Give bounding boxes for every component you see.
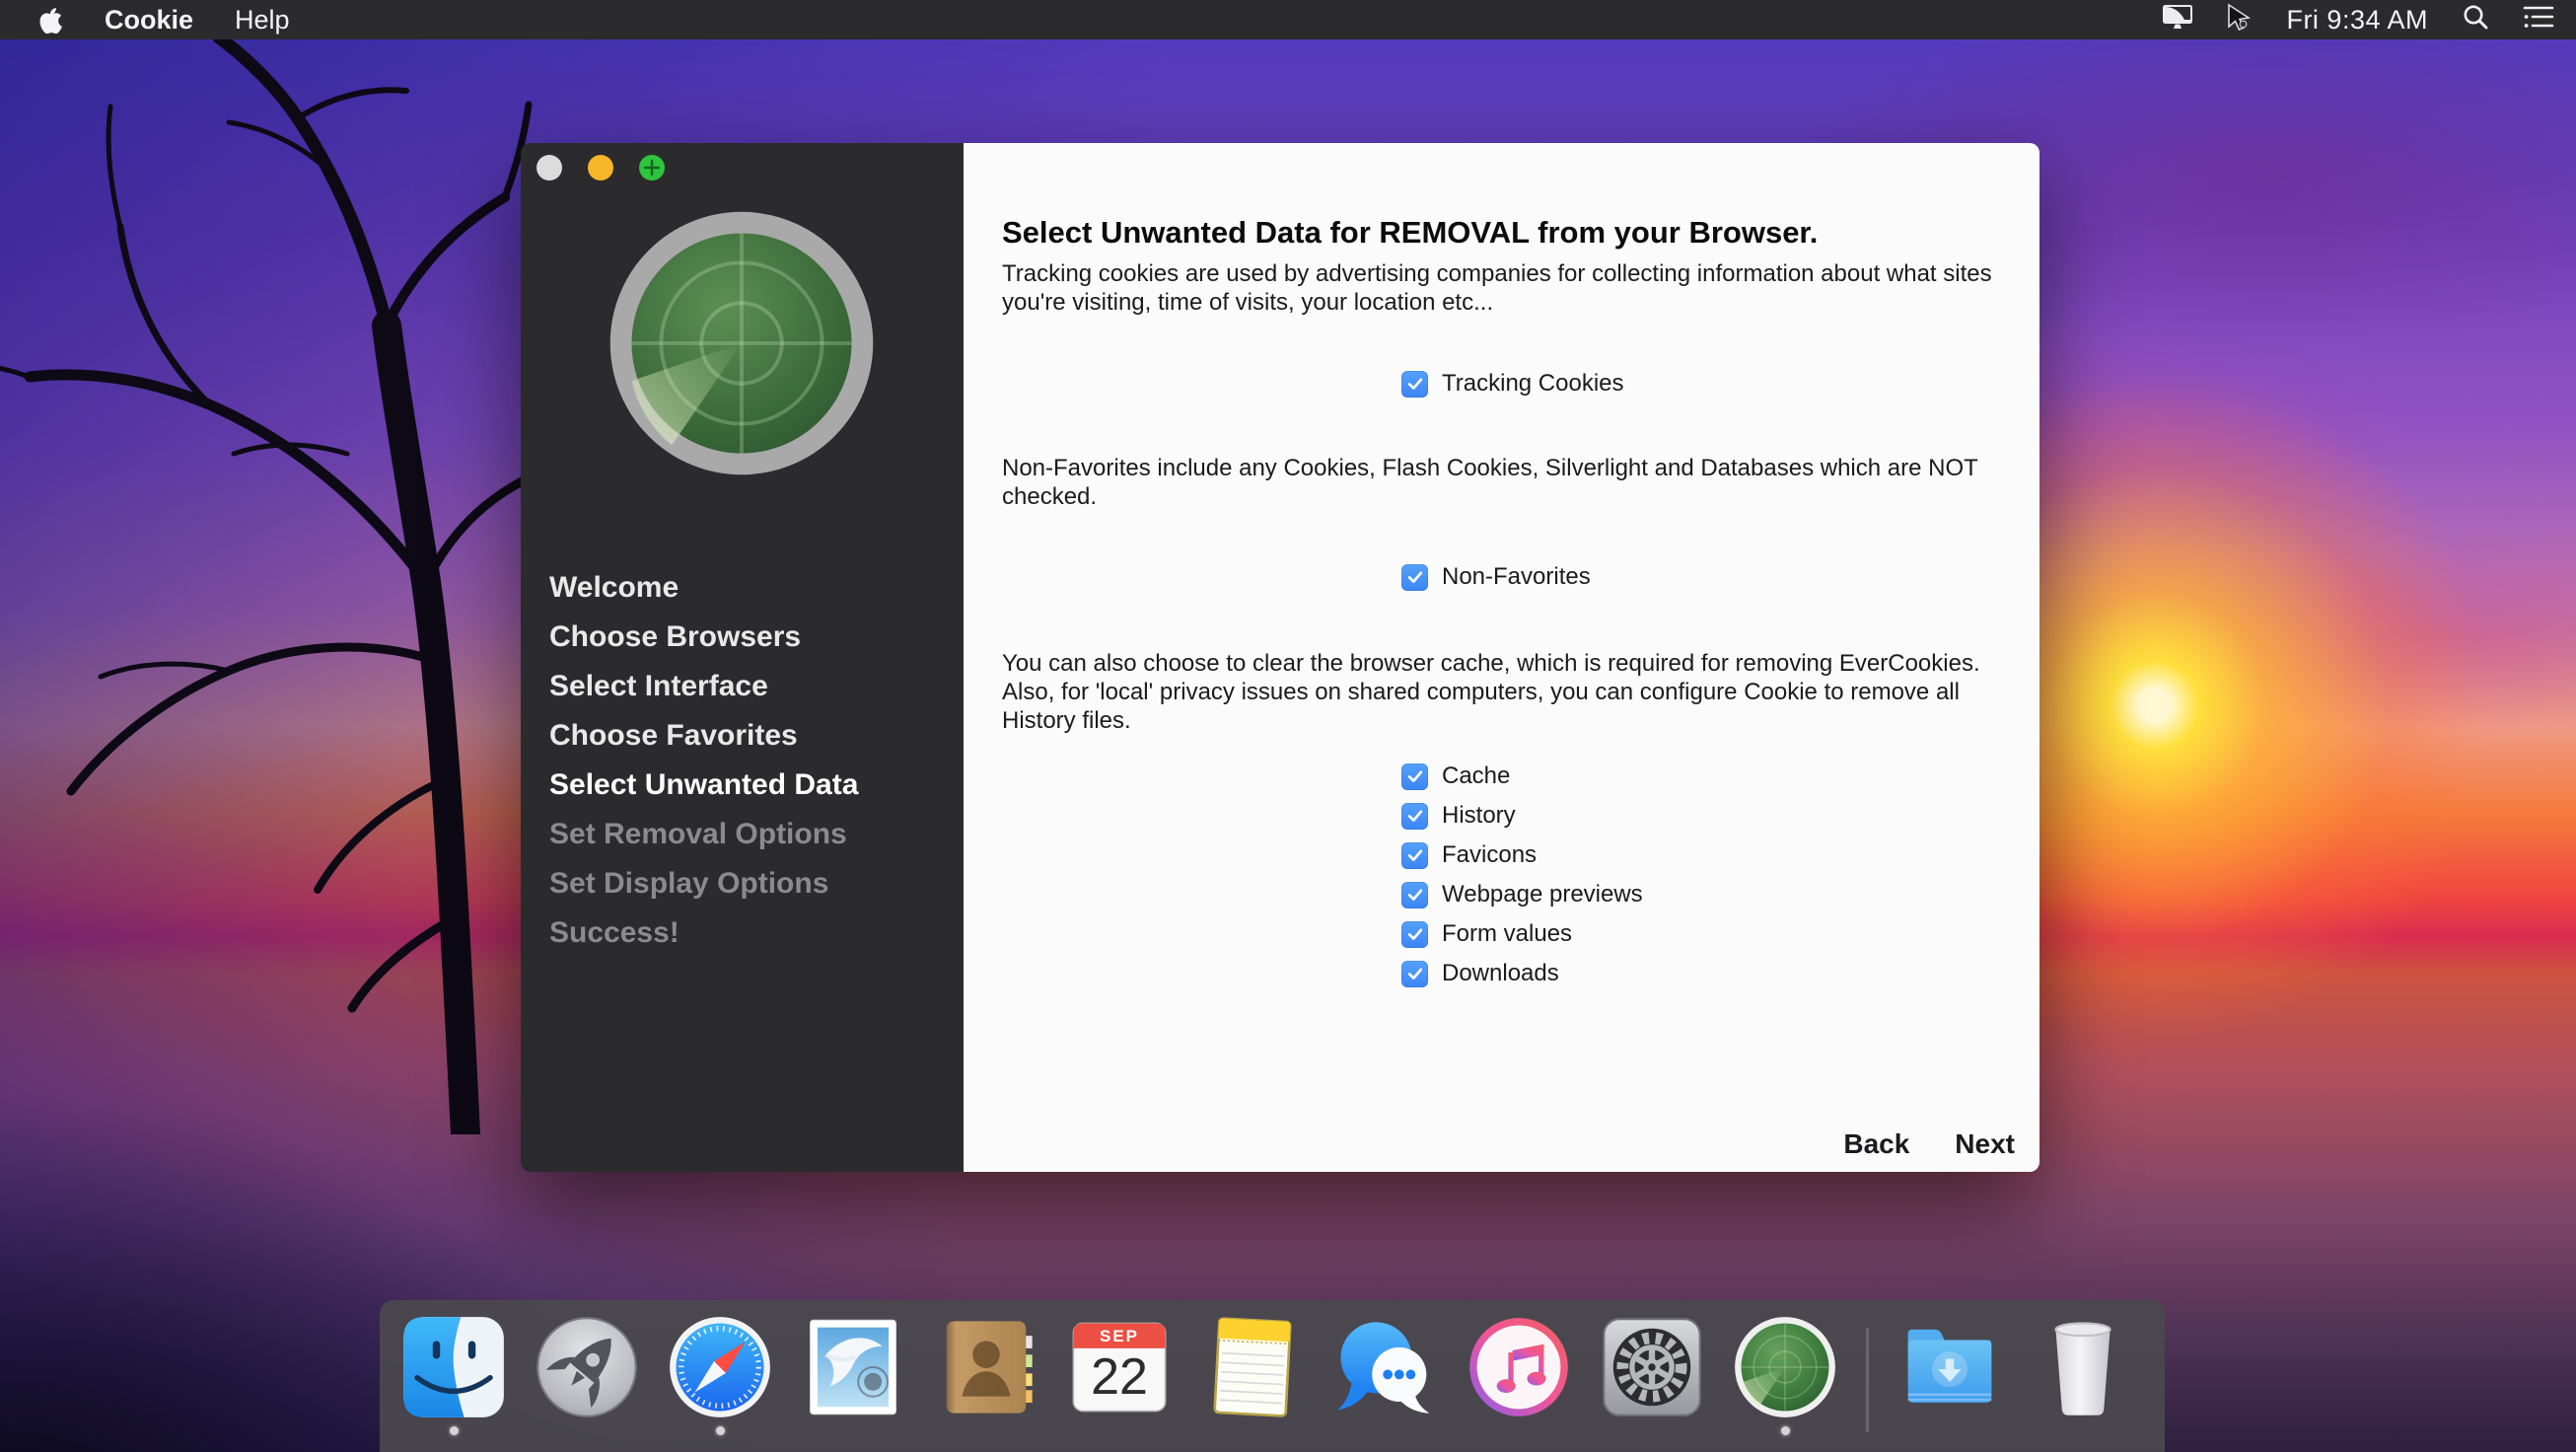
dock-item-finder[interactable]	[401, 1315, 506, 1431]
mail-stamp-icon	[801, 1315, 905, 1419]
wizard-sidebar: Welcome Choose Browsers Select Interface…	[521, 143, 964, 1172]
notification-center-icon[interactable]	[2523, 4, 2554, 36]
checkbox-checked-icon[interactable]	[1401, 842, 1428, 869]
tracking-description: Tracking cookies are used by advertising…	[1002, 259, 2000, 317]
dock-item-launchpad[interactable]	[535, 1315, 639, 1431]
checkbox-row-cache[interactable]: Cache	[1401, 762, 1510, 790]
checkbox-label[interactable]: Favicons	[1442, 841, 1537, 869]
zoom-button[interactable]	[639, 155, 665, 181]
checkbox-checked-icon[interactable]	[1401, 882, 1428, 908]
checkbox-label[interactable]: History	[1442, 802, 1516, 830]
running-indicator	[716, 1426, 725, 1435]
traffic-lights	[537, 155, 665, 181]
dock-separator	[1866, 1328, 1869, 1432]
dock-item-mail[interactable]	[801, 1315, 905, 1431]
checkbox-row-form-values[interactable]: Form values	[1401, 920, 1572, 948]
trash-icon	[2031, 1315, 2135, 1419]
dock-item-notes[interactable]	[1200, 1315, 1305, 1431]
dock: SEP 22	[380, 1300, 2165, 1452]
display-icon[interactable]	[2162, 4, 2193, 36]
dock-item-messages[interactable]	[1333, 1315, 1438, 1431]
itunes-music-icon	[1467, 1315, 1571, 1419]
finder-icon	[401, 1315, 506, 1419]
menu-item-help[interactable]: Help	[235, 5, 290, 36]
checkbox-row-downloads[interactable]: Downloads	[1401, 960, 1559, 987]
dock-item-calendar[interactable]: SEP 22	[1067, 1315, 1172, 1431]
checkbox-label[interactable]: Form values	[1442, 920, 1572, 948]
page-title: Select Unwanted Data for REMOVAL from yo…	[1002, 215, 1818, 251]
dock-item-downloads-folder[interactable]	[1897, 1315, 2002, 1431]
dock-item-cookie[interactable]	[1733, 1315, 1837, 1431]
checkbox-row-favicons[interactable]: Favicons	[1401, 841, 1537, 869]
apple-logo-icon	[38, 6, 62, 34]
tree-silhouette	[0, 30, 537, 1134]
checkbox-label[interactable]: Cache	[1442, 762, 1510, 790]
dock-item-safari[interactable]	[668, 1315, 772, 1431]
next-button[interactable]: Next	[1955, 1128, 2015, 1160]
step-success: Success!	[549, 908, 858, 958]
menu-app-name[interactable]: Cookie	[105, 5, 193, 36]
checkbox-checked-icon[interactable]	[1401, 803, 1428, 830]
checkbox-label[interactable]: Downloads	[1442, 960, 1559, 987]
back-button[interactable]: Back	[1843, 1128, 1909, 1160]
apple-menu[interactable]	[36, 6, 65, 34]
calendar-day-label: 22	[1067, 1347, 1172, 1407]
launchpad-rocket-icon	[535, 1315, 639, 1419]
cookie-wizard-window: Welcome Choose Browsers Select Interface…	[521, 143, 2039, 1172]
notes-icon	[1200, 1315, 1305, 1419]
checkbox-checked-icon[interactable]	[1401, 564, 1428, 591]
messages-bubble-icon	[1333, 1315, 1438, 1419]
dock-item-system-preferences[interactable]	[1600, 1315, 1704, 1431]
checkbox-checked-icon[interactable]	[1401, 961, 1428, 987]
cache-description: You can also choose to clear the browser…	[1002, 649, 2000, 735]
dock-item-trash[interactable]	[2031, 1315, 2135, 1431]
cookie-radar-icon	[1733, 1315, 1837, 1419]
dock-item-contacts[interactable]	[934, 1315, 1038, 1431]
cursor-icon[interactable]	[2227, 3, 2253, 37]
checkbox-row-non-favorites[interactable]: Non-Favorites	[1401, 563, 1591, 591]
radar-icon	[608, 209, 876, 477]
running-indicator	[450, 1426, 459, 1435]
gear-icon	[1600, 1315, 1704, 1419]
checkbox-checked-icon[interactable]	[1401, 763, 1428, 790]
calendar-month-label: SEP	[1067, 1327, 1172, 1346]
step-set-removal-options: Set Removal Options	[549, 810, 858, 859]
checkbox-checked-icon[interactable]	[1401, 371, 1428, 398]
plus-icon	[642, 158, 662, 178]
step-select-unwanted-data: Select Unwanted Data	[549, 761, 858, 810]
checkbox-row-tracking-cookies[interactable]: Tracking Cookies	[1401, 370, 1624, 398]
nonfavorites-description: Non-Favorites include any Cookies, Flash…	[1002, 454, 2000, 511]
checkbox-label[interactable]: Webpage previews	[1442, 881, 1643, 908]
step-welcome: Welcome	[549, 563, 858, 613]
step-set-display-options: Set Display Options	[549, 859, 858, 908]
step-choose-browsers: Choose Browsers	[549, 613, 858, 662]
close-button[interactable]	[537, 155, 562, 181]
step-select-interface: Select Interface	[549, 662, 858, 711]
wizard-steps: Welcome Choose Browsers Select Interface…	[549, 563, 858, 958]
menu-clock[interactable]: Fri 9:34 AM	[2286, 5, 2428, 36]
safari-compass-icon	[668, 1315, 772, 1419]
minimize-button[interactable]	[588, 155, 613, 181]
checkbox-row-history[interactable]: History	[1401, 802, 1516, 830]
menu-bar: Cookie Help Fri 9:34 AM	[0, 0, 2576, 39]
checkbox-label[interactable]: Tracking Cookies	[1442, 370, 1624, 398]
downloads-folder-icon	[1897, 1315, 2002, 1419]
running-indicator	[1781, 1426, 1790, 1435]
checkbox-label[interactable]: Non-Favorites	[1442, 563, 1591, 591]
spotlight-search-icon[interactable]	[2462, 3, 2489, 37]
checkbox-checked-icon[interactable]	[1401, 921, 1428, 948]
contacts-book-icon	[934, 1315, 1038, 1419]
wizard-content: Select Unwanted Data for REMOVAL from yo…	[964, 143, 2039, 1172]
checkbox-row-webpage-previews[interactable]: Webpage previews	[1401, 881, 1643, 908]
step-choose-favorites: Choose Favorites	[549, 711, 858, 761]
dock-item-itunes[interactable]	[1467, 1315, 1571, 1431]
